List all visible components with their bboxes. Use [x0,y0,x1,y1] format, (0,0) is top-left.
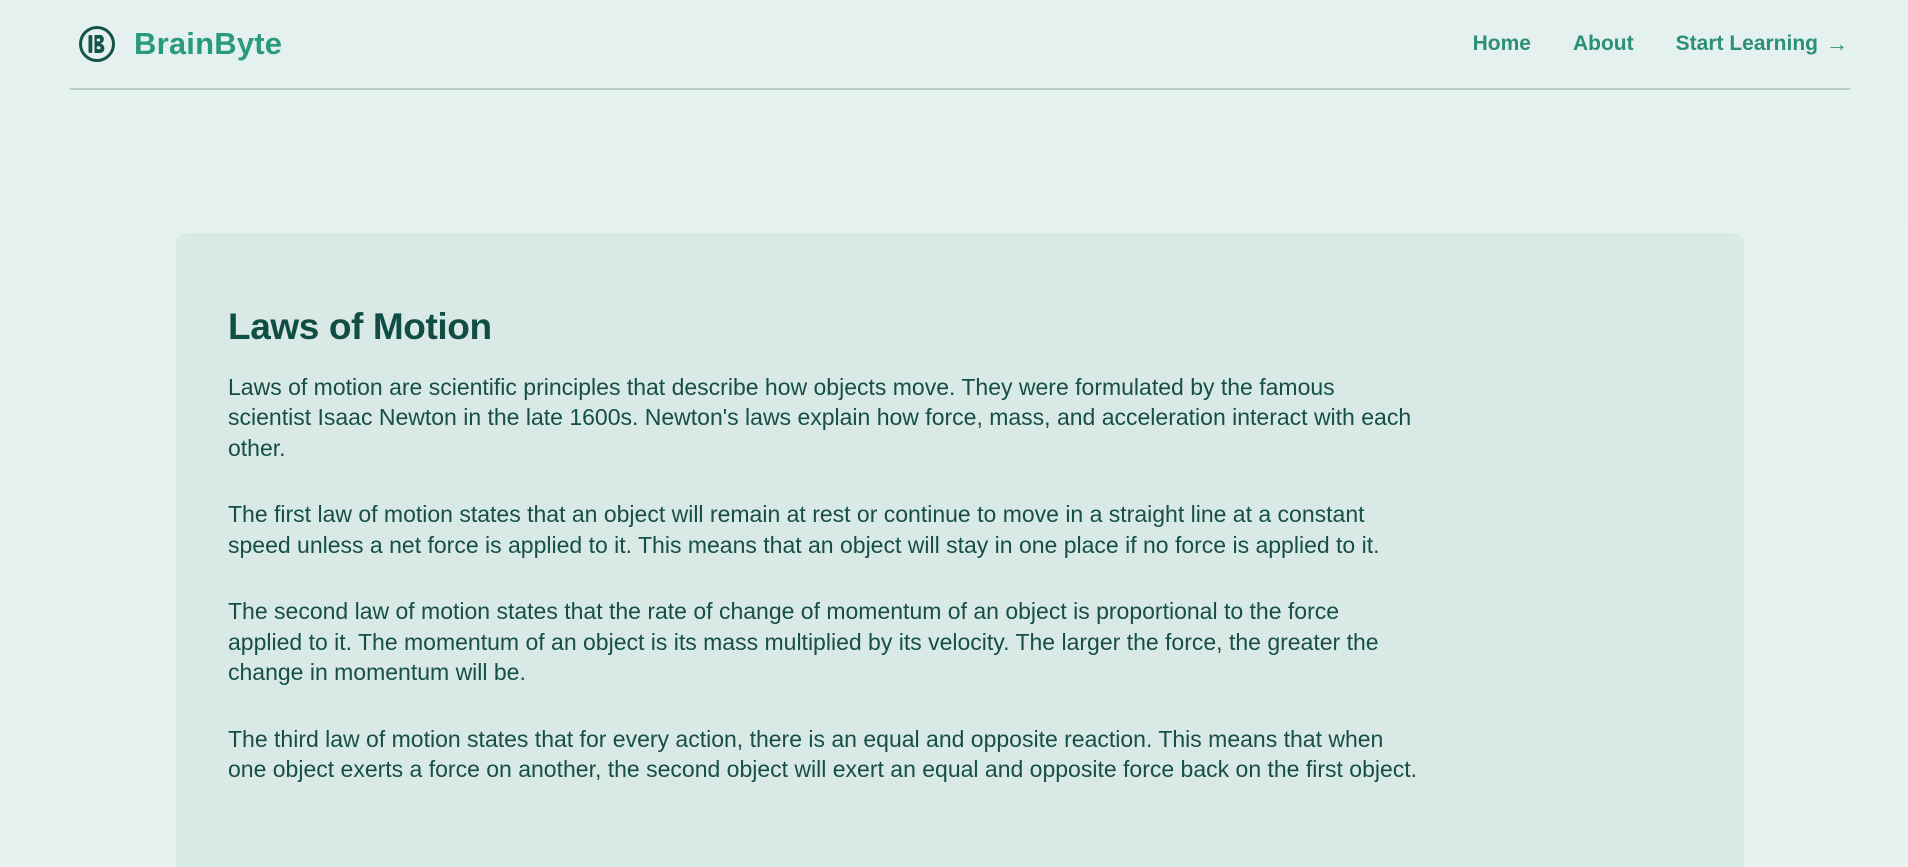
nav-about-link[interactable]: About [1573,32,1634,56]
top-navbar: BrainByte Home About Start Learning → [70,0,1850,90]
nav-start-learning-link[interactable]: Start Learning → [1676,31,1848,57]
nav-home-link[interactable]: Home [1473,32,1531,56]
paragraph-intro: Laws of motion are scientific principles… [228,373,1412,461]
page: BrainByte Home About Start Learning → La… [0,0,1908,867]
paragraph-first-law: The first law of motion states that an o… [228,501,1380,558]
main-nav: Home About Start Learning → [1473,31,1848,57]
paragraph-second-law: The second law of motion states that the… [228,598,1379,686]
paragraph-third-law: The third law of motion states that for … [228,725,1418,783]
article: Laws of Motion Laws of motion are scient… [228,306,1418,821]
content-card: Laws of Motion Laws of motion are scient… [176,233,1744,867]
start-learning-label: Start Learning [1675,32,1818,55]
arrow-right-icon: → [1826,31,1848,56]
brainbyte-logo-icon[interactable] [78,25,116,63]
brand[interactable]: BrainByte [78,25,282,63]
page-title: Laws of Motion [228,306,492,347]
brand-name[interactable]: BrainByte [134,26,282,62]
